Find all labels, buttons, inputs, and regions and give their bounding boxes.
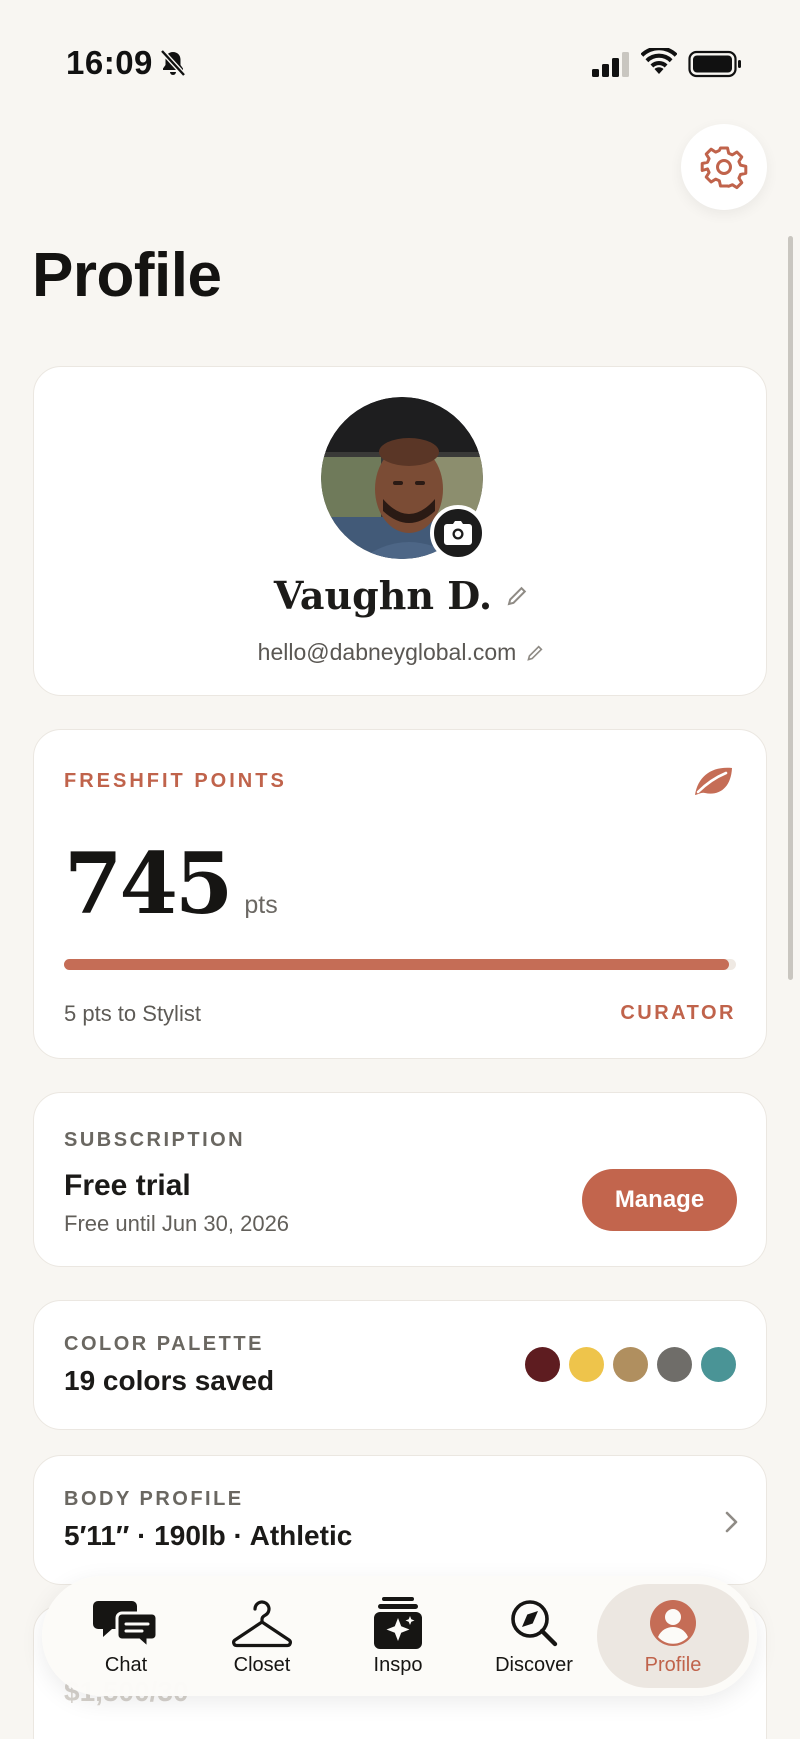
cellular-signal-icon [592, 52, 629, 77]
freshfit-points-card[interactable]: FRESHFIT POINTS 745 pts 5 pts to Stylist… [33, 729, 767, 1059]
hanger-icon [228, 1596, 296, 1650]
tab-closet[interactable]: Closet [194, 1576, 330, 1696]
bottom-tab-bar: Chat Closet Inspo Discover Profile [42, 1576, 757, 1696]
tab-chat[interactable]: Chat [58, 1576, 194, 1696]
tab-discover-label: Discover [495, 1654, 573, 1676]
profile-card: Vaughn D. hello@dabneyglobal.com [33, 366, 767, 696]
points-label: FRESHFIT POINTS [64, 770, 287, 792]
profile-screen: 16:09 Profile Vaughn D. hello@dabneyglob… [0, 0, 800, 1739]
leaf-icon [695, 767, 732, 795]
color-swatch [701, 1347, 736, 1382]
color-swatch [525, 1347, 560, 1382]
profile-email-row: hello@dabneyglobal.com [34, 639, 768, 666]
palette-swatches [525, 1347, 736, 1382]
tab-discover[interactable]: Discover [466, 1576, 602, 1696]
scroll-indicator[interactable] [788, 236, 793, 980]
subscription-detail: Free until Jun 30, 2026 [64, 1211, 290, 1236]
inspo-sparkle-icon [364, 1596, 432, 1650]
edit-email-pencil-icon[interactable] [526, 644, 544, 662]
compass-search-icon [500, 1596, 568, 1650]
points-row: 745 pts [64, 834, 278, 933]
points-progress-fill [64, 959, 730, 970]
wifi-icon [641, 48, 677, 74]
chevron-right-icon [725, 1511, 738, 1533]
tab-chat-label: Chat [104, 1654, 148, 1676]
edit-name-pencil-icon[interactable] [506, 585, 528, 607]
subscription-plan: Free trial [64, 1169, 191, 1202]
settings-button[interactable] [681, 124, 767, 210]
points-tier: CURATOR [620, 1002, 736, 1024]
tab-inspo[interactable]: Inspo [330, 1576, 466, 1696]
color-swatch [613, 1347, 648, 1382]
tab-profile-label: Profile [644, 1654, 702, 1676]
page-title: Profile [32, 241, 222, 310]
camera-icon [444, 521, 472, 545]
subscription-card: SUBSCRIPTION Free trial Free until Jun 3… [33, 1092, 767, 1267]
palette-label: COLOR PALETTE [64, 1333, 264, 1355]
person-icon [639, 1596, 707, 1650]
status-time: 16:09 [66, 44, 153, 81]
tab-inspo-label: Inspo [373, 1654, 423, 1676]
body-profile-card[interactable]: BODY PROFILE 5′11″ · 190lb · Athletic [33, 1455, 767, 1585]
status-bar: 16:09 [0, 0, 800, 130]
color-palette-card[interactable]: COLOR PALETTE 19 colors saved [33, 1300, 767, 1430]
gear-icon [700, 146, 748, 190]
color-swatch [657, 1347, 692, 1382]
palette-count: 19 colors saved [64, 1365, 275, 1396]
subscription-label: SUBSCRIPTION [64, 1129, 246, 1151]
points-next-tier-hint: 5 pts to Stylist [64, 1001, 201, 1026]
points-progress-bar [64, 959, 736, 970]
body-profile-stats: 5′11″ · 190lb · Athletic [64, 1520, 353, 1551]
points-value: 745 [64, 834, 233, 933]
change-photo-button[interactable] [430, 505, 486, 561]
bell-slash-icon [160, 49, 186, 77]
tab-profile[interactable]: Profile [597, 1584, 749, 1688]
points-unit: pts [244, 891, 278, 919]
battery-icon [688, 50, 741, 78]
tab-closet-label: Closet [233, 1654, 291, 1676]
profile-name: Vaughn D. [273, 573, 493, 618]
profile-email: hello@dabneyglobal.com [257, 639, 517, 665]
manage-subscription-button[interactable]: Manage [582, 1169, 737, 1231]
body-profile-label: BODY PROFILE [64, 1488, 244, 1510]
chat-bubbles-icon [92, 1596, 160, 1650]
profile-name-row: Vaughn D. [34, 573, 768, 618]
color-swatch [569, 1347, 604, 1382]
